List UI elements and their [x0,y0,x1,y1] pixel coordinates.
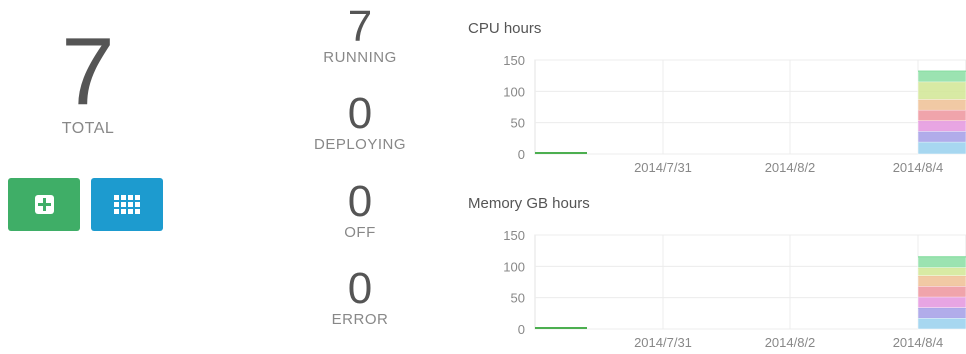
y-tick-label: 150 [503,228,525,243]
stacked-area-segment [917,109,966,122]
stat-error: 0 ERROR [300,264,420,329]
x-tick-label: 2014/8/2 [765,335,816,350]
stacked-area-segment [917,81,966,100]
stacked-area-segment [917,71,966,83]
y-tick-label: 100 [503,84,525,99]
stat-running-label: RUNNING [323,49,397,66]
plus-square-icon [34,195,54,214]
stat-running-value: 7 [347,2,373,51]
stat-deploying-label: DEPLOYING [313,136,407,153]
stacked-area-segment [917,99,966,111]
grid-icon [114,195,140,214]
y-tick-label: 0 [518,147,525,162]
stacked-area-segment [917,318,966,330]
x-tick-label: 2014/7/31 [634,160,692,175]
stacked-area-segment [917,296,966,308]
x-tick-label: 2014/8/4 [893,160,944,175]
stat-error-value: 0 [347,264,373,313]
stacked-area-segment [917,131,966,143]
y-tick-label: 50 [511,291,525,306]
y-tick-label: 50 [511,116,525,131]
stacked-area-segment [917,307,966,319]
stat-deploying-value: 0 [347,89,373,138]
x-tick-label: 2014/8/2 [765,160,816,175]
total-summary: 7 TOTAL [38,18,138,138]
stat-off-label: OFF [344,224,376,241]
stacked-area-segment [917,267,966,276]
plot-frame [534,59,966,155]
stacked-area-segment [917,286,966,298]
plot-frame [534,234,966,330]
total-count: 7 [61,18,115,125]
stacked-area-segment [917,256,966,268]
cpu-hours-chart: 150 100 50 0 2014/7/31 2014/8/2 2014/8/4 [503,53,966,175]
memory-chart-title: Memory GB hours [468,195,590,212]
stat-running: 7 RUNNING [300,2,420,67]
x-tick-label: 2014/7/31 [634,335,692,350]
stat-off: 0 OFF [300,177,420,242]
grid-view-button[interactable] [91,178,163,231]
x-tick-label: 2014/8/4 [893,335,944,350]
stat-deploying: 0 DEPLOYING [300,89,420,154]
memory-hours-chart: 150 100 50 0 2014/7/31 2014/8/2 2014/8/4 [503,228,966,350]
stacked-area-segment [917,120,966,132]
cpu-chart-title: CPU hours [468,20,542,37]
y-tick-label: 150 [503,53,525,68]
y-tick-label: 0 [518,322,525,337]
stacked-area-segment [917,141,966,155]
stacked-area-segment [917,275,966,287]
add-button[interactable] [8,178,80,231]
stat-error-label: ERROR [331,311,389,328]
y-tick-label: 100 [503,259,525,274]
stat-off-value: 0 [347,177,373,226]
total-label: TOTAL [61,120,115,137]
